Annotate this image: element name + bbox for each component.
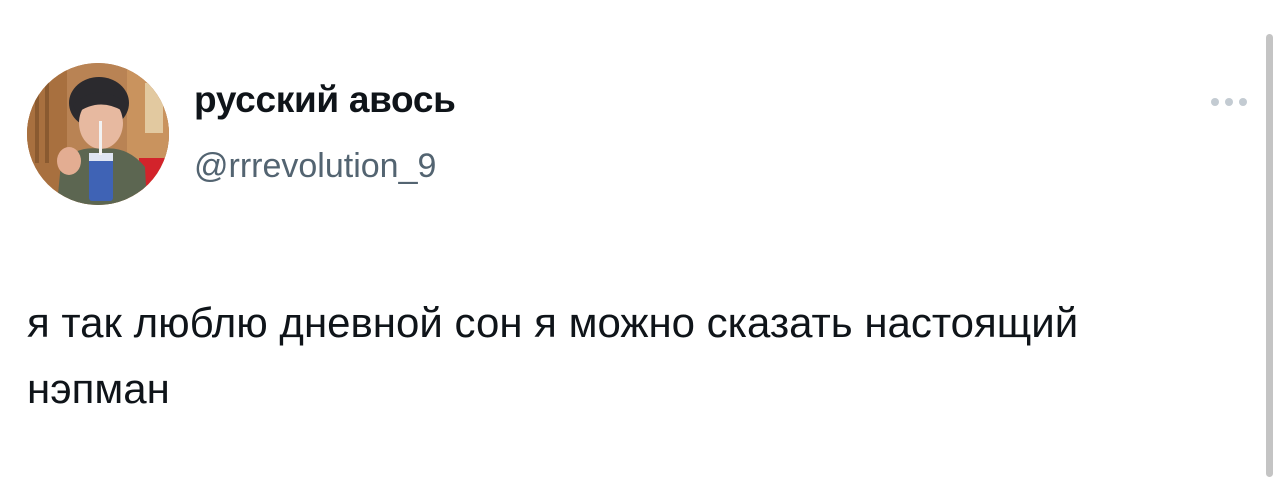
avatar[interactable] <box>27 63 169 205</box>
more-button[interactable] <box>1204 88 1254 116</box>
author-handle[interactable]: @rrrevolution_9 <box>194 147 436 186</box>
tweet-text: я так люблю дневной сон я можно сказать … <box>27 299 1079 412</box>
author-display-name[interactable]: русский авось <box>194 79 456 121</box>
scrollbar[interactable] <box>1266 34 1273 477</box>
more-horizontal-icon <box>1211 98 1247 106</box>
avatar-image <box>27 63 169 205</box>
tweet: русский авось @rrrevolution_9 я так любл… <box>0 0 1284 477</box>
